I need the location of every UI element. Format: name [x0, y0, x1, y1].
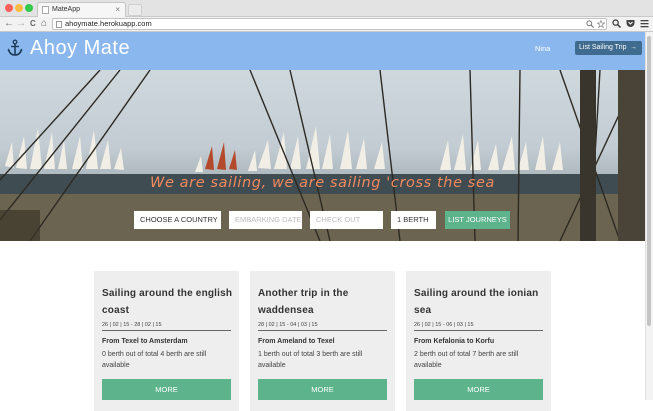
arrow-right-icon: → [630, 44, 637, 51]
trip-card: Another trip in the waddensea 28 | 02 | … [250, 271, 395, 411]
hero-banner: We are sailing, we are sailing 'cross th… [0, 70, 645, 241]
trip-dates: 26 | 02 | 15 - 28 | 02 | 15 [102, 322, 162, 328]
tab-close-icon[interactable]: × [115, 3, 120, 17]
trip-berth-availability: 1 berth out of total 3 berth are still a… [258, 351, 363, 369]
trip-dates: 28 | 02 | 15 - 04 | 03 | 15 [258, 322, 318, 328]
list-journeys-button[interactable]: LIST JOURNEYS [445, 211, 510, 229]
more-button[interactable]: MORE [102, 379, 231, 400]
list-sailing-trip-label: List Sailing Trip [579, 44, 627, 51]
forward-icon[interactable]: → [16, 18, 26, 30]
more-button[interactable]: MORE [414, 379, 543, 400]
page-icon [56, 21, 62, 28]
anchor-icon [7, 39, 23, 56]
menu-icon[interactable] [640, 19, 649, 28]
embarking-date-input[interactable]: EMBARKING DATE [229, 211, 302, 229]
home-icon[interactable]: ⌂ [41, 18, 47, 30]
scrollbar-thumb[interactable] [647, 36, 651, 326]
trip-card: Sailing around the english coast 26 | 02… [94, 271, 239, 411]
address-bar[interactable]: ahoymate.herokuapp.com [52, 18, 607, 30]
trip-title[interactable]: Another trip in the waddensea [258, 285, 390, 319]
country-select[interactable]: CHOOSE A COUNTRY [134, 211, 221, 229]
close-window-icon[interactable] [5, 4, 13, 12]
minimize-window-icon[interactable] [15, 4, 23, 12]
list-sailing-trip-button[interactable]: List Sailing Trip → [575, 41, 642, 55]
back-icon[interactable]: ← [4, 18, 14, 30]
url-text: ahoymate.herokuapp.com [65, 19, 152, 28]
trip-title[interactable]: Sailing around the english coast [102, 285, 234, 319]
brand-logo-text[interactable]: Ahoy Mate [30, 37, 130, 60]
search-icon[interactable] [586, 20, 594, 28]
site-header: Ahoy Mate Nina [0, 32, 653, 70]
trip-berth-availability: 2 berth out of total 7 berth are still a… [414, 351, 519, 369]
new-tab-button[interactable] [128, 4, 142, 16]
zoom-icon[interactable] [612, 19, 621, 28]
browser-tab[interactable]: MateApp × [37, 2, 126, 17]
trip-berth-availability: 0 berth out of total 4 berth are still a… [102, 351, 207, 369]
page-favicon-icon [42, 6, 49, 14]
browser-toolbar: ← → C ⌂ ahoymate.herokuapp.com [0, 17, 653, 32]
hero-caption: We are sailing, we are sailing 'cross th… [150, 175, 495, 191]
berth-select[interactable]: 1 BERTH [391, 211, 436, 229]
pocket-icon[interactable] [626, 19, 635, 28]
more-button[interactable]: MORE [258, 379, 387, 400]
star-icon[interactable] [597, 20, 605, 28]
trip-route: From Ameland to Texel [258, 338, 335, 345]
reload-icon[interactable]: C [30, 18, 36, 30]
user-name-link[interactable]: Nina [535, 44, 550, 53]
trip-card: Sailing around the ionian sea 26 | 02 | … [406, 271, 551, 411]
trip-route: From Kefalonia to Korfu [414, 338, 495, 345]
tab-title: MateApp [52, 6, 81, 13]
trip-route: From Texel to Amsterdam [102, 338, 188, 345]
trip-search-bar: CHOOSE A COUNTRY EMBARKING DATE CHECK OU… [0, 211, 645, 230]
trip-title[interactable]: Sailing around the ionian sea [414, 285, 546, 319]
card-divider [102, 330, 231, 331]
card-divider [414, 330, 543, 331]
card-divider [258, 330, 387, 331]
check-out-input[interactable]: CHECK OUT [310, 211, 383, 229]
trip-dates: 26 | 02 | 15 - 06 | 03 | 15 [414, 322, 474, 328]
browser-tab-bar: MateApp × [0, 0, 653, 17]
maximize-window-icon[interactable] [25, 4, 33, 12]
